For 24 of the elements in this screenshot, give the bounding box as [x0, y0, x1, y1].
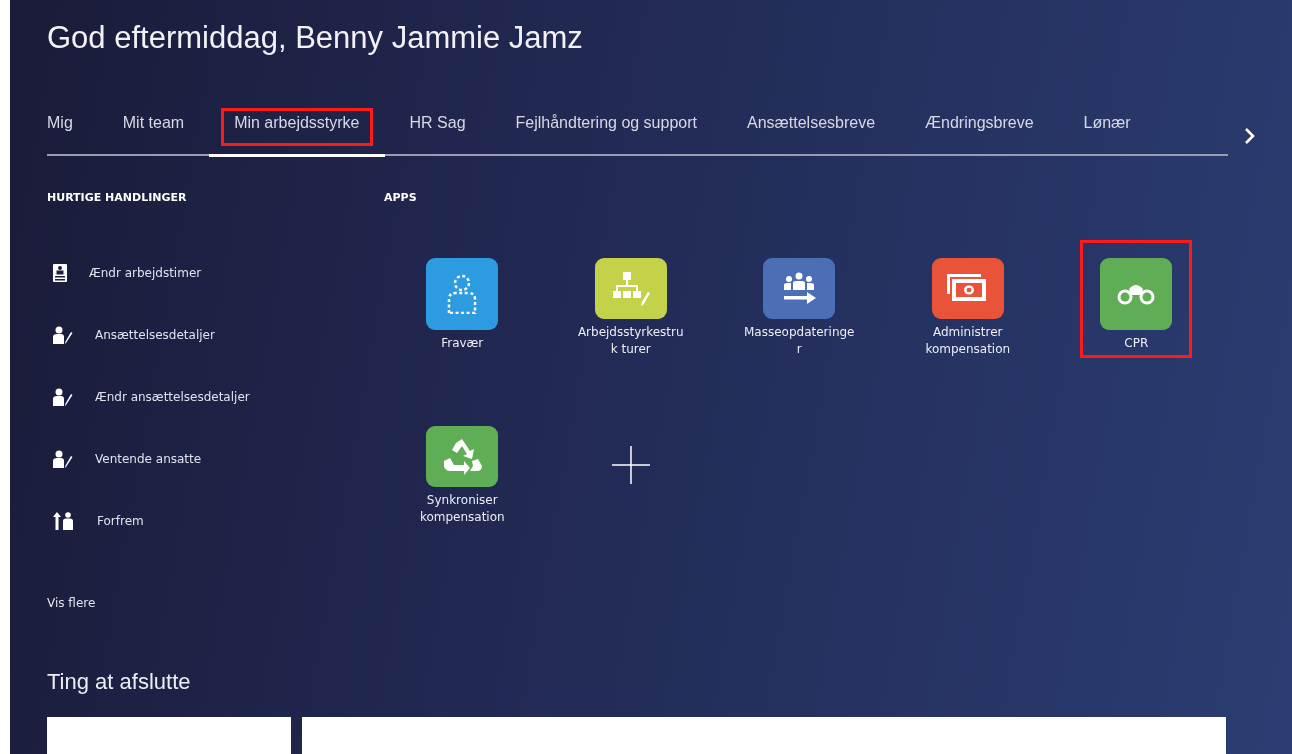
quick-action-link[interactable]: Ansættelsesdetaljer — [95, 328, 215, 342]
nav-tab[interactable]: Ansættelsesbreve — [722, 108, 901, 156]
app-label: Administrer kompensation — [924, 324, 1012, 358]
quick-action-link[interactable]: Ændr ansættelsesdetaljer — [95, 390, 250, 404]
quick-action-link[interactable]: Forfrem — [97, 514, 144, 528]
nav-tab[interactable]: HR Sag — [384, 108, 491, 156]
nav-tab[interactable]: Lønær — [1058, 108, 1228, 156]
section-heading: HURTIGE HANDLINGER — [47, 191, 188, 204]
section-title: Ting at afslutte — [47, 669, 192, 695]
show-more-link[interactable]: Vis flere — [47, 596, 96, 610]
nav-tab[interactable]: Fejlhåndtering og support — [490, 108, 722, 156]
app-label: Synkroniser kompensation — [418, 492, 506, 526]
nav-tab[interactable]: Mit team — [97, 108, 210, 156]
nav-tab[interactable]: Mig — [47, 108, 98, 156]
app-label: Fravær — [440, 335, 485, 352]
nav-tab[interactable]: Ændringsbreve — [900, 108, 1059, 156]
app-label: Arbejdsstyrkestruk turer — [576, 324, 685, 358]
app-label: CPR — [1123, 335, 1150, 352]
section-heading: APPS — [384, 191, 418, 204]
app-label: Masseopdateringe r — [743, 324, 856, 358]
quick-action-link[interactable]: Ændr arbejdstimer — [89, 266, 202, 280]
quick-action-link[interactable]: Ventende ansatte — [95, 452, 202, 466]
greeting-title: God eftermiddag, Benny Jammie Jamz — [47, 20, 584, 57]
nav-tab[interactable]: Min arbejdsstyrke — [209, 108, 385, 157]
